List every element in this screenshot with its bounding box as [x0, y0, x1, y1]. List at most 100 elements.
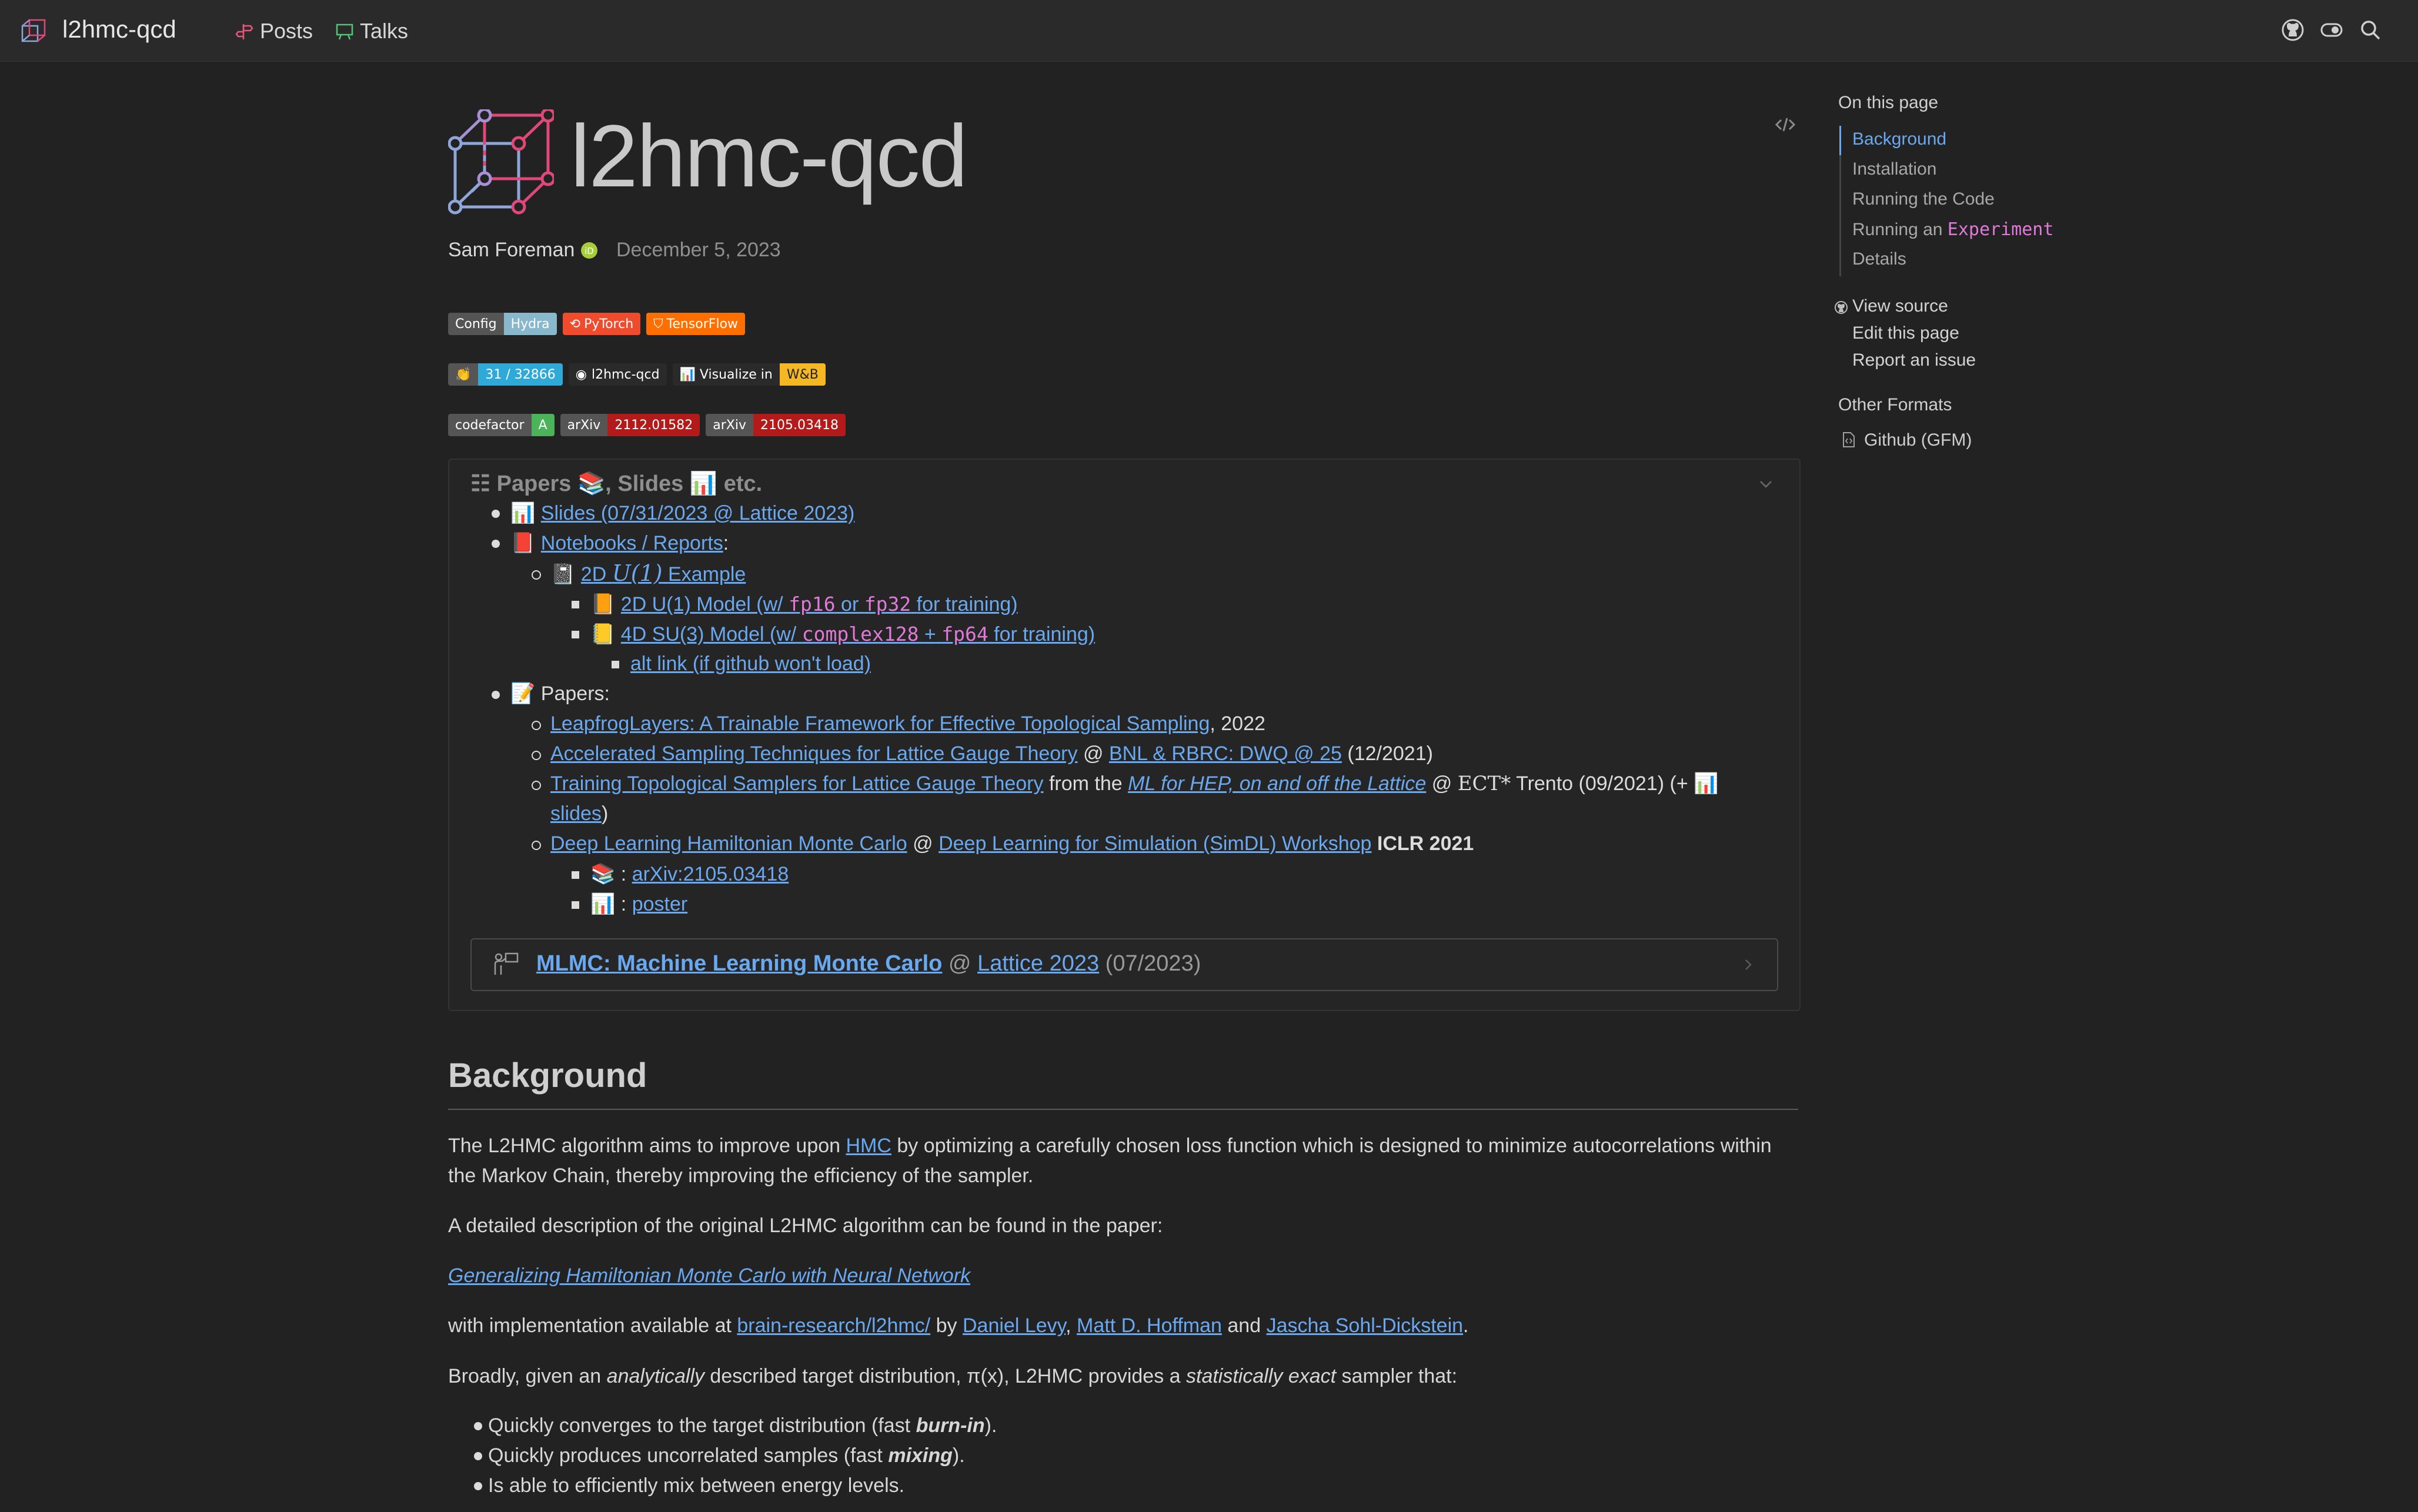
hits-badge[interactable]: 👏 31 / 32866 — [448, 363, 563, 386]
author: Sam Foreman iD — [448, 239, 598, 262]
list-item: Deep Learning Hamiltonian Monte Carlo @ … — [550, 829, 1474, 859]
link-text: for training) — [994, 623, 1096, 645]
slides-link[interactable]: Slides (07/31/2023 @ Lattice 2023) — [541, 502, 855, 524]
list-icon: ☷ — [470, 471, 497, 496]
arxiv-badge[interactable]: arXiv 2105.03418 — [706, 414, 846, 436]
callout-header[interactable]: ☷ Papers 📚, Slides 📊 etc. — [470, 470, 762, 497]
text: @ — [1426, 772, 1458, 795]
venue-link[interactable]: Deep Learning for Simulation (SimDL) Wor… — [939, 832, 1371, 855]
text: (12/2021) — [1341, 742, 1433, 765]
publish-date: December 5, 2023 — [616, 239, 781, 261]
hydra-config-badge[interactable]: Config Hydra — [448, 313, 557, 335]
code-tools-icon[interactable] — [1774, 113, 1797, 136]
emphasis: analytically — [606, 1365, 704, 1387]
toc-item-running-experiment[interactable]: Running an Experiment — [1852, 219, 2053, 240]
list-item: 📒 4D SU(3) Model (w/ complex128 + fp64 f… — [590, 619, 1095, 650]
code-fp64: fp64 — [941, 623, 988, 645]
text: , — [1066, 1314, 1077, 1337]
notebook-icon: 📓 — [550, 563, 576, 586]
toc-item-details[interactable]: Details — [1852, 249, 1906, 269]
callout-header-prefix: Papers — [496, 471, 572, 496]
text: with implementation available at — [448, 1314, 737, 1337]
codefactor-badge[interactable]: codefactor A — [448, 414, 555, 436]
list-item: Quickly converges to the target distribu… — [488, 1411, 997, 1441]
tensorflow-icon: ⛉ — [653, 316, 663, 332]
chevron-down-icon[interactable] — [1756, 474, 1776, 494]
link-text: + — [924, 623, 936, 645]
tensorflow-badge[interactable]: ⛉ TensorFlow — [646, 313, 746, 335]
site-title[interactable]: l2hmc-qcd — [62, 15, 176, 44]
author-link[interactable]: Jascha Sohl-Dickstein — [1267, 1314, 1463, 1337]
list-item: Is able to efficiently mix between energ… — [488, 1474, 905, 1497]
nav-posts-link[interactable]: Posts — [235, 19, 313, 44]
badge-right: W&B — [779, 363, 826, 386]
link-text: for training) — [916, 593, 1018, 615]
other-formats-title: Other Formats — [1838, 395, 1952, 414]
toc-item-background[interactable]: Background — [1852, 129, 1946, 149]
list-item: Training Topological Samplers for Lattic… — [550, 769, 1718, 799]
slides-link[interactable]: slides — [550, 802, 602, 825]
pytorch-badge[interactable]: ⟲ PyTorch — [562, 313, 641, 335]
view-source-link[interactable]: View source — [1852, 296, 1948, 316]
paper-link[interactable]: Accelerated Sampling Techniques for Latt… — [550, 742, 1078, 765]
repo-link[interactable]: brain-research/l2hmc/ — [737, 1314, 930, 1337]
github-icon[interactable] — [2280, 18, 2305, 42]
text: @ — [1077, 742, 1109, 765]
search-icon[interactable] — [2358, 18, 2383, 42]
notebook-icon: 📒 — [590, 623, 616, 645]
venue-link[interactable]: BNL & RBRC: DWQ @ 25 — [1109, 742, 1342, 765]
callout-header-label: 📚, Slides 📊 etc. — [577, 471, 763, 496]
badge-row: codefactor A arXiv 2112.01582 arXiv 2105… — [448, 414, 846, 436]
hmc-link[interactable]: HMC — [846, 1135, 891, 1157]
gfm-format-link[interactable]: Github (GFM) — [1864, 430, 1972, 450]
list-item: Quickly produces uncorrelated samples (f… — [488, 1441, 965, 1471]
list-bullet — [492, 540, 500, 548]
chart-icon: 📊 — [510, 502, 536, 524]
author-link[interactable]: Matt D. Hoffman — [1077, 1314, 1222, 1337]
author-name[interactable]: Sam Foreman — [448, 239, 575, 262]
list-bullet — [492, 691, 500, 699]
badge-right: 2112.01582 — [607, 414, 700, 436]
mlmc-title: MLMC: Machine Learning Monte Carlo @ Lat… — [536, 951, 1201, 976]
dark-mode-toggle-icon[interactable] — [2319, 18, 2344, 42]
su3-model-link[interactable]: 4D SU(3) Model (w/ complex128 + fp64 for… — [621, 623, 1095, 645]
github-repo-badge[interactable]: ◉ l2hmc-qcd — [568, 363, 667, 386]
cube-logo-icon — [448, 109, 554, 215]
text: @ — [942, 951, 978, 976]
list-bullet — [532, 721, 541, 730]
lattice-link[interactable]: Lattice 2023 — [977, 951, 1099, 976]
paper-link[interactable]: Generalizing Hamiltonian Monte Carlo wit… — [448, 1265, 970, 1287]
arxiv-badge[interactable]: arXiv 2112.01582 — [560, 414, 700, 436]
report-issue-link[interactable]: Report an issue — [1852, 350, 1976, 370]
list-bullet — [572, 901, 579, 909]
notebook-icon: 📙 — [590, 593, 616, 615]
mlmc-collapsed-callout[interactable]: MLMC: Machine Learning Monte Carlo @ Lat… — [470, 938, 1778, 991]
notebooks-link[interactable]: Notebooks / Reports — [541, 532, 723, 554]
cube-logo-icon[interactable] — [19, 16, 48, 46]
u1-model-link[interactable]: 2D U(1) Model (w/ fp16 or fp32 for train… — [621, 593, 1018, 615]
orcid-icon[interactable]: iD — [580, 242, 598, 259]
chevron-right-icon[interactable] — [1739, 956, 1757, 974]
poster-link[interactable]: poster — [632, 893, 688, 915]
edit-page-link[interactable]: Edit this page — [1852, 323, 1959, 343]
paper-link[interactable]: LeapfrogLayers: A Trainable Framework fo… — [550, 712, 1210, 735]
badge-row: Config Hydra ⟲ PyTorch ⛉ TensorFlow — [448, 313, 746, 335]
link-text: 4D SU(3) Model (w/ — [620, 623, 797, 645]
paper-link[interactable]: Deep Learning Hamiltonian Monte Carlo — [550, 832, 907, 855]
mlmc-link[interactable]: MLMC: Machine Learning Monte Carlo — [536, 951, 942, 976]
list-bullet — [572, 871, 579, 879]
toc-item-running-the-code[interactable]: Running the Code — [1852, 189, 1995, 209]
u1-example-link[interactable]: 2D U(1) Example — [581, 560, 746, 586]
divider — [448, 1109, 1798, 1110]
alt-link[interactable]: alt link (if github won't load) — [630, 653, 871, 675]
arxiv-link[interactable]: arXiv:2105.03418 — [632, 863, 789, 885]
badge-right: 31 / 32866 — [478, 363, 563, 386]
toc-item-installation[interactable]: Installation — [1852, 159, 1936, 179]
paper-link[interactable]: Training Topological Samplers for Lattic… — [550, 772, 1044, 795]
svg-text:iD: iD — [585, 246, 595, 256]
wandb-badge[interactable]: 📊 Visualize in W&B — [672, 363, 826, 386]
author-link[interactable]: Daniel Levy — [963, 1314, 1066, 1337]
venue-link[interactable]: ML for HEP, on and off the Lattice — [1128, 772, 1426, 795]
nav-talks-link[interactable]: Talks — [335, 19, 408, 44]
text: described target distribution, π(x), L2H… — [704, 1365, 1186, 1387]
